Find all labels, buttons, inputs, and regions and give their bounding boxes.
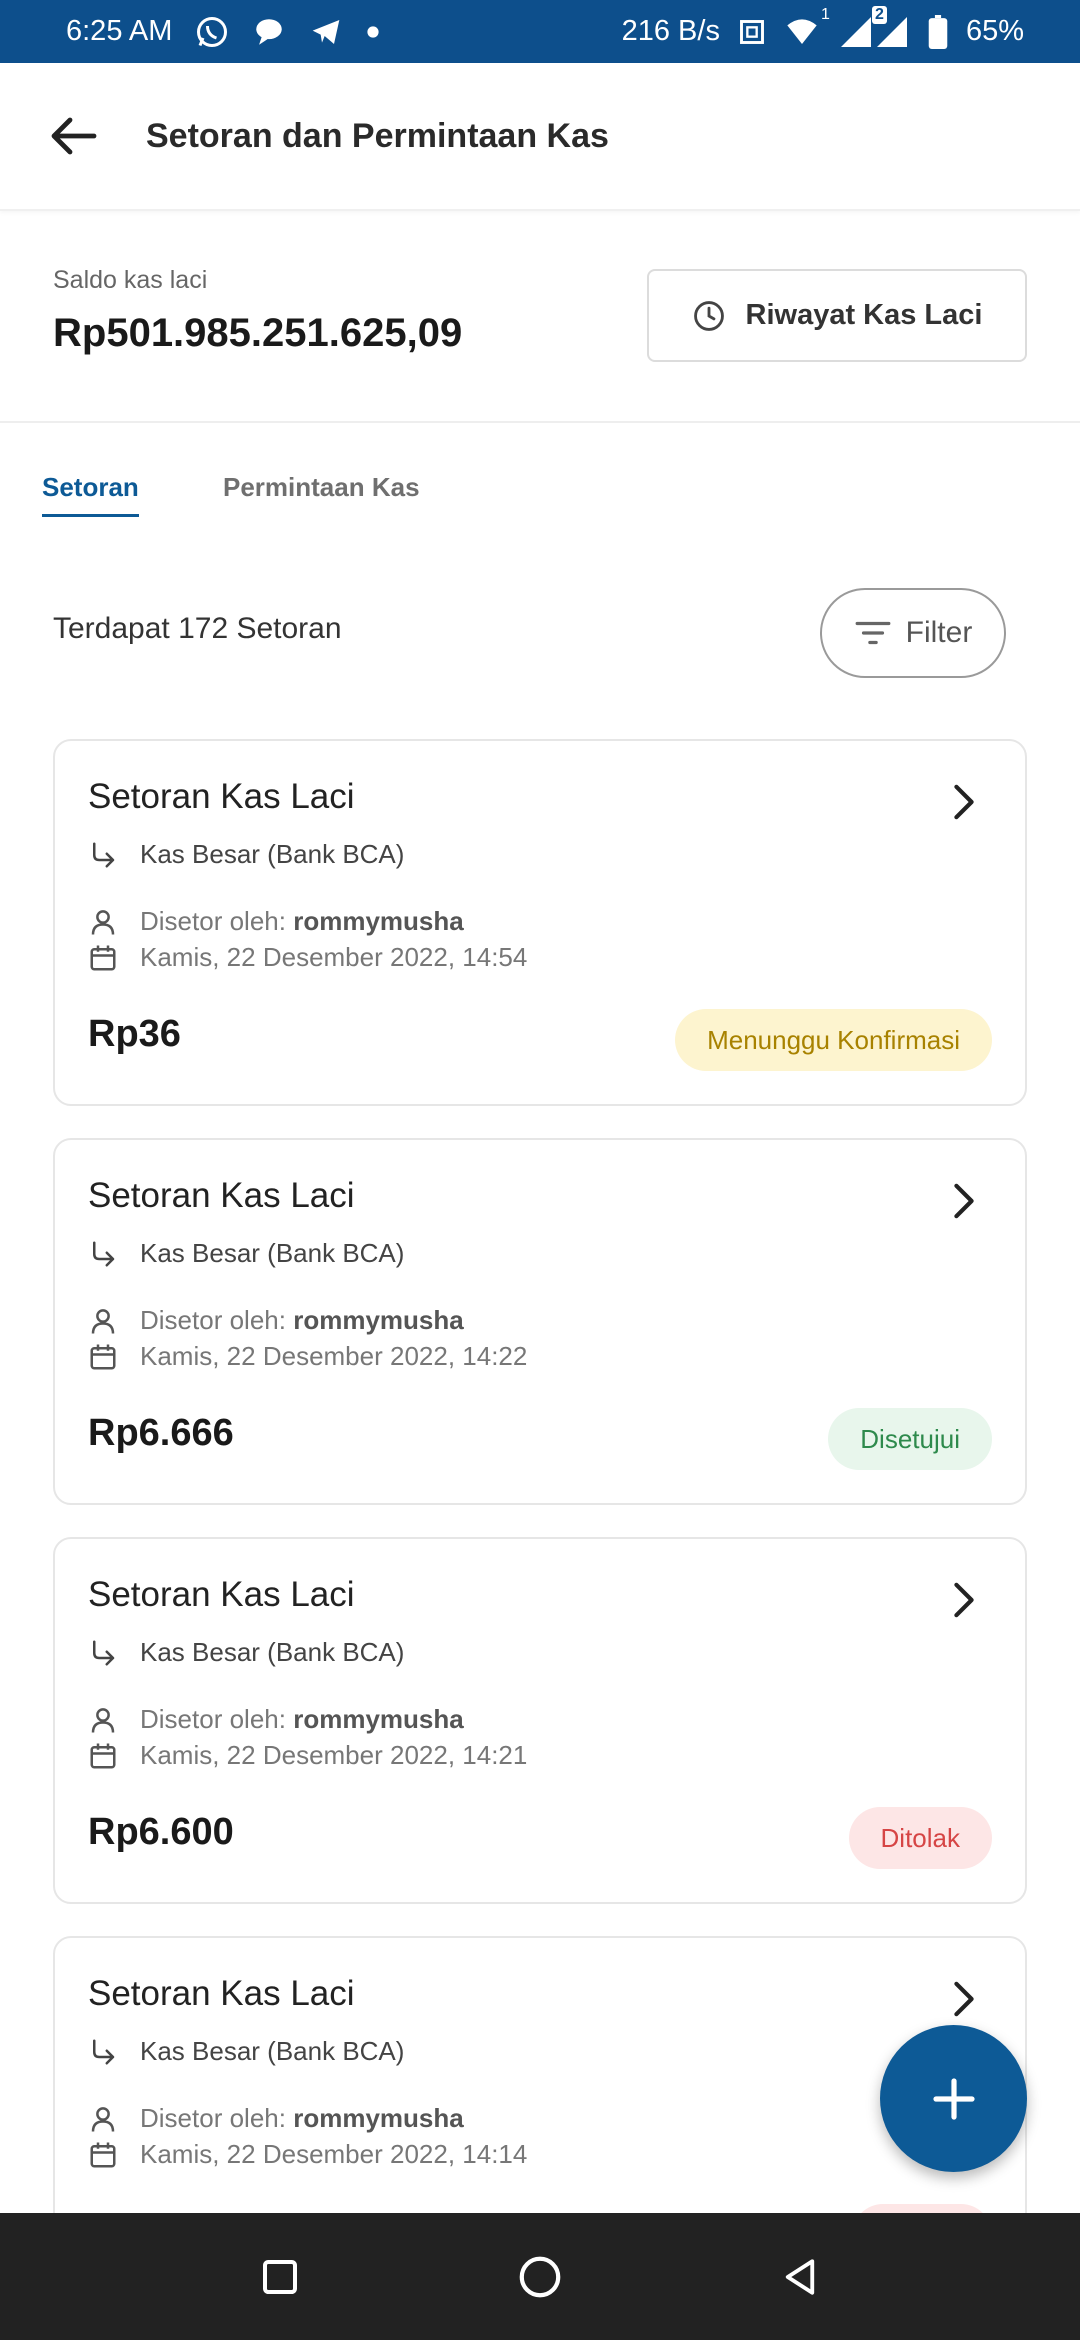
- card-title: Setoran Kas Laci: [88, 1974, 355, 2013]
- battery-percent: 65%: [965, 15, 1024, 47]
- page-title: Setoran dan Permintaan Kas: [146, 116, 609, 155]
- balance-amount: Rp501.985.251.625,09: [53, 311, 463, 355]
- system-nav-bar: [0, 2213, 1080, 2340]
- chevron-right-icon: [952, 1581, 976, 1624]
- telegram-icon: [308, 16, 344, 48]
- date-text: Kamis, 22 Desember 2022, 14:14: [140, 2139, 528, 2169]
- card-destination: Kas Besar (Bank BCA): [88, 839, 404, 870]
- card-depositor: Disetor oleh: rommymusha: [88, 2103, 464, 2134]
- card-title: Setoran Kas Laci: [88, 1575, 355, 1614]
- back-nav-button[interactable]: [760, 2237, 840, 2317]
- filter-button[interactable]: Filter: [820, 588, 1006, 678]
- recents-button[interactable]: [240, 2237, 320, 2317]
- date-text: Kamis, 22 Desember 2022, 14:22: [140, 1341, 528, 1371]
- history-button[interactable]: Riwayat Kas Laci: [647, 269, 1027, 362]
- card-depositor: Disetor oleh: rommymusha: [88, 1305, 464, 1336]
- deposit-card[interactable]: Setoran Kas Laci Kas Besar (Bank BCA) Di…: [53, 1138, 1027, 1505]
- card-title: Setoran Kas Laci: [88, 777, 355, 816]
- card-amount: Rp6.666: [88, 1412, 234, 1454]
- sim1-label: 1: [821, 5, 830, 23]
- clock-icon: [693, 300, 724, 331]
- person-icon: [91, 2106, 115, 2132]
- chat-icon: [252, 15, 286, 49]
- arrow-left-icon: [51, 117, 97, 155]
- card-destination: Kas Besar (Bank BCA): [88, 1238, 404, 1269]
- depositor-label: Disetor oleh:: [140, 906, 286, 936]
- depositor-name: rommymusha: [293, 2103, 464, 2133]
- destination-text: Kas Besar (Bank BCA): [140, 1238, 405, 1268]
- depositor-label: Disetor oleh:: [140, 2103, 286, 2133]
- card-date: Kamis, 22 Desember 2022, 14:54: [88, 942, 527, 973]
- destination-text: Kas Besar (Bank BCA): [140, 2036, 405, 2066]
- card-title: Setoran Kas Laci: [88, 1176, 355, 1215]
- depositor-name: rommymusha: [293, 1704, 464, 1734]
- tab-permintaan-kas[interactable]: Permintaan Kas: [223, 472, 420, 503]
- balance-section: Saldo kas laci Rp501.985.251.625,09 Riwa…: [0, 213, 1080, 423]
- calendar-icon: [90, 1344, 116, 1369]
- calendar-icon: [90, 1743, 116, 1768]
- network-speed: 216 B/s: [621, 15, 720, 47]
- signal-icon: 2: [838, 5, 910, 50]
- depositor-name: rommymusha: [293, 1305, 464, 1335]
- arrow-turn-icon: [93, 2039, 115, 2064]
- calendar-icon: [90, 945, 116, 970]
- filter-icon: [855, 621, 891, 645]
- status-bar: 6:25 AM 216 B/s 1 2 65%: [0, 0, 1080, 63]
- destination-text: Kas Besar (Bank BCA): [140, 839, 405, 869]
- recents-square-icon: [263, 2259, 297, 2294]
- arrow-turn-icon: [93, 1640, 115, 1665]
- card-depositor: Disetor oleh: rommymusha: [88, 906, 464, 937]
- result-count: Terdapat 172 Setoran: [53, 612, 342, 645]
- depositor-label: Disetor oleh:: [140, 1704, 286, 1734]
- deposit-card[interactable]: Setoran Kas Laci Kas Besar (Bank BCA) Di…: [53, 1537, 1027, 1904]
- calendar-icon: [90, 2142, 116, 2167]
- history-button-label: Riwayat Kas Laci: [745, 299, 983, 331]
- tab-bar: Setoran Permintaan Kas: [0, 460, 1080, 520]
- status-badge: Ditolak: [848, 1807, 992, 1869]
- plus-icon: [932, 2077, 975, 2120]
- whatsapp-icon: [194, 14, 230, 50]
- status-badge: Menunggu Konfirmasi: [675, 1009, 992, 1071]
- app-bar: Setoran dan Permintaan Kas: [0, 63, 1080, 211]
- wifi-icon: 1: [784, 6, 830, 48]
- chevron-right-icon: [952, 783, 976, 826]
- arrow-turn-icon: [93, 842, 115, 867]
- card-destination: Kas Besar (Bank BCA): [88, 1637, 404, 1668]
- card-depositor: Disetor oleh: rommymusha: [88, 1704, 464, 1735]
- person-icon: [91, 909, 115, 935]
- arrow-turn-icon: [93, 1241, 115, 1266]
- card-destination: Kas Besar (Bank BCA): [88, 2036, 404, 2067]
- chevron-right-icon: [952, 1182, 976, 1225]
- balance-label: Saldo kas laci: [53, 266, 208, 294]
- home-button[interactable]: [500, 2237, 580, 2317]
- card-amount: Rp6.600: [88, 1811, 234, 1853]
- filter-label: Filter: [905, 616, 973, 649]
- card-date: Kamis, 22 Desember 2022, 14:22: [88, 1341, 527, 1372]
- back-button[interactable]: [24, 86, 124, 186]
- person-icon: [91, 1308, 115, 1334]
- dot-icon: [366, 25, 380, 39]
- chevron-right-icon: [952, 1980, 976, 2023]
- back-triangle-icon: [785, 2258, 815, 2295]
- person-icon: [91, 1707, 115, 1733]
- sim2-label: 2: [871, 5, 887, 24]
- destination-text: Kas Besar (Bank BCA): [140, 1637, 405, 1667]
- add-deposit-button[interactable]: [880, 2025, 1027, 2172]
- status-time: 6:25 AM: [66, 15, 173, 47]
- depositor-label: Disetor oleh:: [140, 1305, 286, 1335]
- card-amount: Rp36: [88, 1013, 181, 1055]
- date-text: Kamis, 22 Desember 2022, 14:21: [140, 1740, 528, 1770]
- depositor-name: rommymusha: [293, 906, 464, 936]
- deposit-card[interactable]: Setoran Kas Laci Kas Besar (Bank BCA) Di…: [53, 739, 1027, 1106]
- tab-setoran[interactable]: Setoran: [42, 472, 139, 517]
- battery-icon: [928, 14, 948, 49]
- home-circle-icon: [519, 2256, 561, 2297]
- card-date: Kamis, 22 Desember 2022, 14:21: [88, 1740, 527, 1771]
- card-date: Kamis, 22 Desember 2022, 14:14: [88, 2139, 527, 2170]
- nfc-icon: [738, 18, 766, 46]
- date-text: Kamis, 22 Desember 2022, 14:54: [140, 942, 528, 972]
- status-badge: Disetujui: [828, 1408, 992, 1470]
